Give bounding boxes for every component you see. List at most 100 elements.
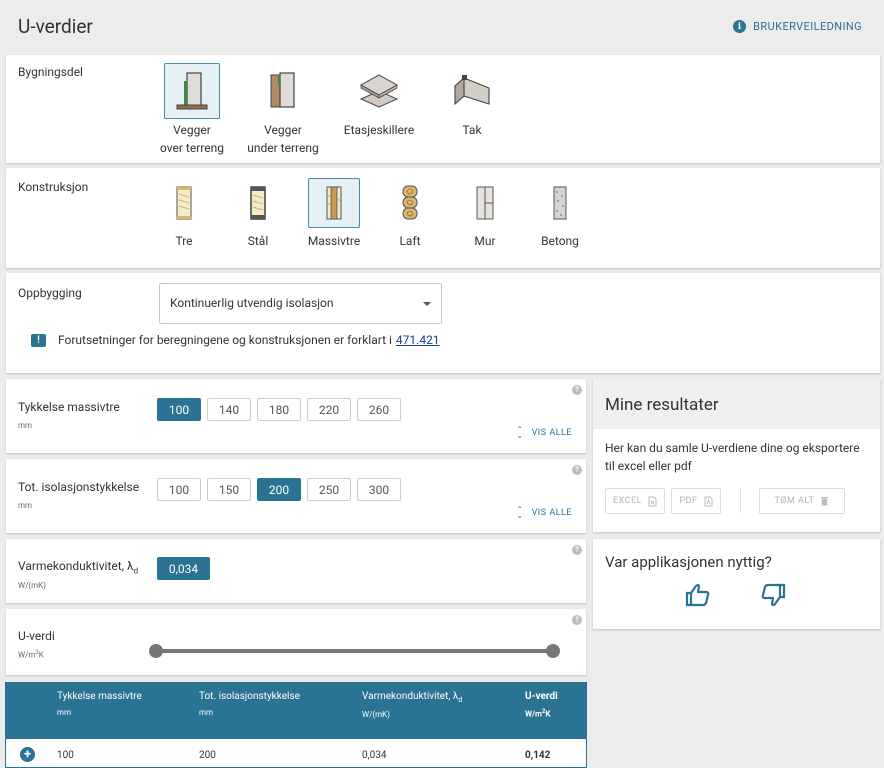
results-description: Her kan du samle U-verdiene dine og eksp… bbox=[605, 441, 860, 473]
construction-stal[interactable]: Stål bbox=[228, 178, 288, 250]
floor-divider-icon bbox=[359, 74, 399, 108]
building-part-label: Bygningsdel bbox=[18, 65, 83, 79]
results-table: Tykkelse massivtre mm Tot. isolasjonstykk… bbox=[5, 682, 587, 768]
user-guide-label: BRUKERVEILEDNING bbox=[753, 20, 862, 33]
thickness-show-all-button[interactable]: ⌃ ⌄ VIS ALLE bbox=[516, 425, 572, 440]
u-value-help-icon[interactable]: ? bbox=[572, 615, 582, 625]
chevron-down-icon bbox=[423, 302, 431, 306]
building-part-label-4: Tak bbox=[462, 123, 482, 137]
thickness-option-100[interactable]: 100 bbox=[157, 398, 201, 421]
thickness-option-180[interactable]: 180 bbox=[257, 398, 301, 421]
thumbs-down-icon bbox=[761, 583, 786, 607]
construction-label-massivtre: Massivtre bbox=[307, 234, 361, 248]
thickness-show-all-label: VIS ALLE bbox=[531, 428, 572, 438]
thumbs-up-button[interactable] bbox=[685, 583, 713, 611]
thickness-help-icon[interactable]: ? bbox=[572, 385, 582, 395]
results-title: Mine resultater bbox=[605, 395, 719, 415]
table-cell-thickness: 100 bbox=[57, 750, 74, 761]
thickness-option-220[interactable]: 220 bbox=[307, 398, 351, 421]
assumptions-note-text: Forutsetninger for beregningene og konst… bbox=[58, 333, 392, 347]
export-pdf-label: PDF bbox=[679, 496, 698, 506]
u-value-slider-handle-min[interactable] bbox=[149, 644, 163, 658]
thickness-label: Tykkelse massivtre bbox=[18, 400, 120, 414]
building-part-card: Bygningsdel Vegger over terreng Vegger und… bbox=[6, 55, 880, 163]
insulation-option-150[interactable]: 150 bbox=[207, 478, 251, 501]
assumptions-note: ! Forutsetninger for beregningene og kon… bbox=[31, 333, 440, 347]
masonry-icon bbox=[476, 186, 494, 220]
plus-icon: + bbox=[23, 747, 32, 762]
insulation-option-300[interactable]: 300 bbox=[357, 478, 401, 501]
construction-label-mur: Mur bbox=[474, 234, 496, 248]
table-header-u-value: U-verdi W/m2K bbox=[525, 691, 558, 719]
insulation-card: Tot. isolasjonstykkelse mm 100 150 200 2… bbox=[6, 459, 586, 533]
conductivity-unit: W/(mK) bbox=[18, 581, 46, 590]
u-value-label: U-verdi bbox=[18, 629, 55, 643]
construction-label: Konstruksjon bbox=[18, 180, 89, 194]
building-part-label-2: Vegger under terreng bbox=[247, 123, 319, 155]
thickness-option-260[interactable]: 260 bbox=[357, 398, 401, 421]
page-title: U-verdier bbox=[18, 15, 93, 38]
info-icon: i bbox=[733, 20, 747, 33]
export-excel-button[interactable]: EXCEL bbox=[605, 488, 665, 514]
u-value-unit: W/m2K bbox=[18, 649, 44, 660]
table-header-insulation: Tot. isolasjonstykkelse mm bbox=[199, 691, 300, 717]
thumbs-up-icon bbox=[685, 583, 710, 607]
user-guide-link[interactable]: i BRUKERVEILEDNING bbox=[733, 20, 862, 33]
file-pdf-icon bbox=[704, 496, 713, 506]
unfold-icon: ⌃ ⌄ bbox=[516, 425, 524, 440]
insulation-option-200[interactable]: 200 bbox=[257, 478, 301, 501]
insulation-show-all-label: VIS ALLE bbox=[531, 508, 572, 518]
insulation-show-all-button[interactable]: ⌃ ⌄ VIS ALLE bbox=[516, 506, 572, 520]
building-part-walls-below[interactable]: Vegger under terreng bbox=[245, 63, 321, 157]
construction-label-betong: Betong bbox=[541, 234, 579, 248]
buildup-select-value: Kontinuerlig utvendig isolasjon bbox=[170, 296, 334, 310]
buildup-label: Oppbygging bbox=[18, 286, 82, 300]
clear-all-button[interactable]: TØM ALT bbox=[759, 488, 845, 514]
construction-mur[interactable]: Mur bbox=[455, 178, 515, 250]
building-part-label-1: Vegger over terreng bbox=[160, 123, 224, 155]
insulation-help-icon[interactable]: ? bbox=[572, 465, 582, 475]
insulation-option-250[interactable]: 250 bbox=[307, 478, 351, 501]
comment-alert-icon: ! bbox=[31, 333, 46, 347]
building-part-roof[interactable]: Tak bbox=[434, 63, 510, 139]
thickness-unit: mm bbox=[18, 421, 33, 430]
construction-label-tre: Tre bbox=[175, 234, 193, 248]
insulation-option-100[interactable]: 100 bbox=[157, 478, 201, 501]
conductivity-card: Varmekonduktivitet, λd W/(mK) 0,034 ? bbox=[6, 539, 586, 603]
u-value-slider-handle-max[interactable] bbox=[546, 644, 560, 658]
thumbs-down-button[interactable] bbox=[760, 583, 788, 611]
insulation-label: Tot. isolasjonstykkelse bbox=[18, 480, 140, 494]
buildup-select[interactable]: Kontinuerlig utvendig isolasjon bbox=[159, 283, 442, 324]
u-value-slider-track[interactable] bbox=[156, 649, 553, 653]
results-divider bbox=[740, 489, 741, 513]
wood-frame-icon bbox=[176, 186, 192, 220]
add-row-button[interactable]: + bbox=[20, 747, 35, 762]
clear-all-label: TØM ALT bbox=[774, 496, 815, 506]
building-part-floors[interactable]: Etasjeskillere bbox=[341, 63, 417, 139]
buildup-card: Oppbygging Kontinuerlig utvendig isolasj… bbox=[6, 273, 880, 373]
thickness-option-140[interactable]: 140 bbox=[207, 398, 251, 421]
export-pdf-button[interactable]: PDF bbox=[671, 488, 721, 514]
thickness-options: 100 140 180 220 260 bbox=[157, 398, 401, 421]
construction-card: Konstruksjon Tre Stål Massivtre Laft Mur… bbox=[6, 168, 880, 268]
file-excel-icon bbox=[648, 496, 657, 506]
solid-wood-icon bbox=[326, 186, 342, 220]
thickness-card: Tykkelse massivtre mm 100 140 180 220 26… bbox=[6, 379, 586, 453]
assumptions-note-link[interactable]: 471.421 bbox=[396, 333, 440, 347]
building-part-walls-above[interactable]: Vegger over terreng bbox=[154, 63, 230, 157]
conductivity-help-icon[interactable]: ? bbox=[572, 545, 582, 555]
construction-label-stal: Stål bbox=[247, 234, 269, 248]
building-part-label-3: Etasjeskillere bbox=[343, 123, 415, 137]
construction-tre[interactable]: Tre bbox=[154, 178, 214, 250]
results-table-header: Tykkelse massivtre mm Tot. isolasjonstykk… bbox=[6, 683, 586, 739]
table-header-conductivity: Varmekonduktivitet, λd W/(mK) bbox=[362, 691, 463, 719]
table-cell-insulation: 200 bbox=[199, 750, 216, 761]
export-excel-label: EXCEL bbox=[613, 496, 642, 506]
construction-betong[interactable]: Betong bbox=[530, 178, 590, 250]
conductivity-value-button[interactable]: 0,034 bbox=[157, 557, 210, 580]
feedback-card: Var applikasjonen nyttig? bbox=[593, 539, 880, 629]
construction-laft[interactable]: Laft bbox=[380, 178, 440, 250]
trash-icon bbox=[821, 497, 829, 506]
construction-massivtre[interactable]: Massivtre bbox=[304, 178, 364, 250]
feedback-title: Var applikasjonen nyttig? bbox=[605, 553, 772, 571]
